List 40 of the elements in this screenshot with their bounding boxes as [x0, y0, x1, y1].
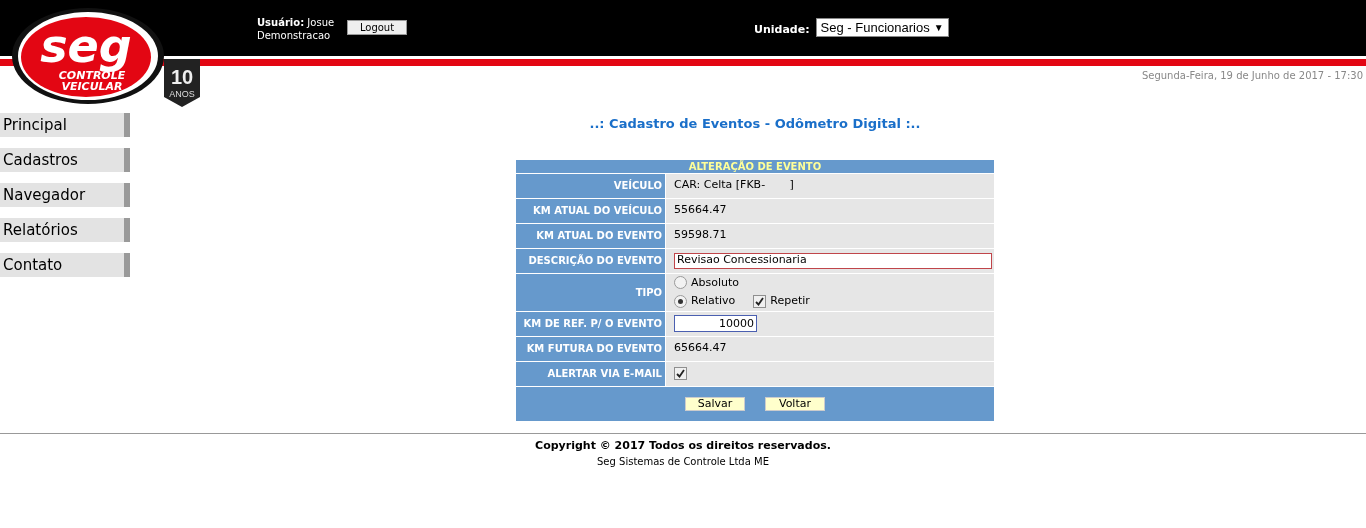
radio-label: Relativo — [691, 293, 736, 309]
checkbox-label: Repetir — [770, 293, 810, 309]
field-value: 59598.71 — [674, 227, 727, 244]
unit-dropdown[interactable]: Seg - Funcionarios ▼ — [815, 18, 949, 37]
sidebar-item[interactable]: Navegador — [0, 183, 130, 207]
anniversary-badge: 10 ANOS — [162, 59, 202, 109]
field-label: DESCRIÇÃO DO EVENTO — [528, 253, 662, 268]
form-title: ALTERAÇÃO DE EVENTO — [687, 159, 823, 173]
field-value: 65664.47 — [674, 340, 727, 357]
field-label: ALERTAR VIA E-MAIL — [547, 367, 662, 381]
field-label: KM ATUAL DO VEÍCULO — [533, 203, 662, 218]
sidebar-item[interactable]: Contato — [0, 253, 130, 277]
radio-label: Absoluto — [691, 274, 740, 291]
company-text: Seg Sistemas de Controle Ltda ME — [597, 455, 769, 469]
field-label: KM FUTURA DO EVENTO — [526, 342, 662, 356]
date-text: Segunda-Feira, 19 de Junho de 2017 - 17:30 — [1141, 69, 1363, 83]
check-icon — [755, 296, 765, 306]
field-label: KM DE REF. P/ O EVENTO — [523, 317, 662, 331]
page-title: ..: Cadastro de Eventos - Odômetro Digital :.. — [589, 115, 921, 133]
user-info: Usuário: Josue Demonstracao — [257, 17, 335, 41]
form-button[interactable]: Salvar — [685, 396, 745, 411]
sidebar-item[interactable]: Principal — [0, 113, 130, 137]
field-label: TIPO — [635, 285, 662, 300]
form-button[interactable]: Voltar — [765, 396, 825, 411]
logout-button[interactable]: Logout — [347, 20, 407, 35]
field-label: KM ATUAL DO EVENTO — [536, 229, 662, 243]
checkbox[interactable] — [674, 367, 687, 380]
copyright-text: Copyright © 2017 Todos os direitos reservados. — [535, 437, 831, 454]
sidebar-item[interactable]: Relatórios — [0, 218, 130, 242]
unit-label: Unidade: — [754, 22, 810, 38]
radio-button[interactable] — [674, 294, 687, 308]
field-value: 55664.47 — [674, 202, 727, 219]
input-field[interactable]: Revisao Concessionaria — [674, 252, 992, 269]
radio-button[interactable] — [674, 276, 687, 290]
check-icon — [676, 369, 685, 378]
input-field[interactable]: 10000 — [674, 315, 757, 332]
field-label: VEÍCULO — [613, 178, 662, 193]
field-value: CAR: Celta [FKB- ] — [674, 177, 794, 194]
sidebar-item[interactable]: Cadastros — [0, 148, 130, 172]
checkbox[interactable] — [753, 294, 767, 308]
